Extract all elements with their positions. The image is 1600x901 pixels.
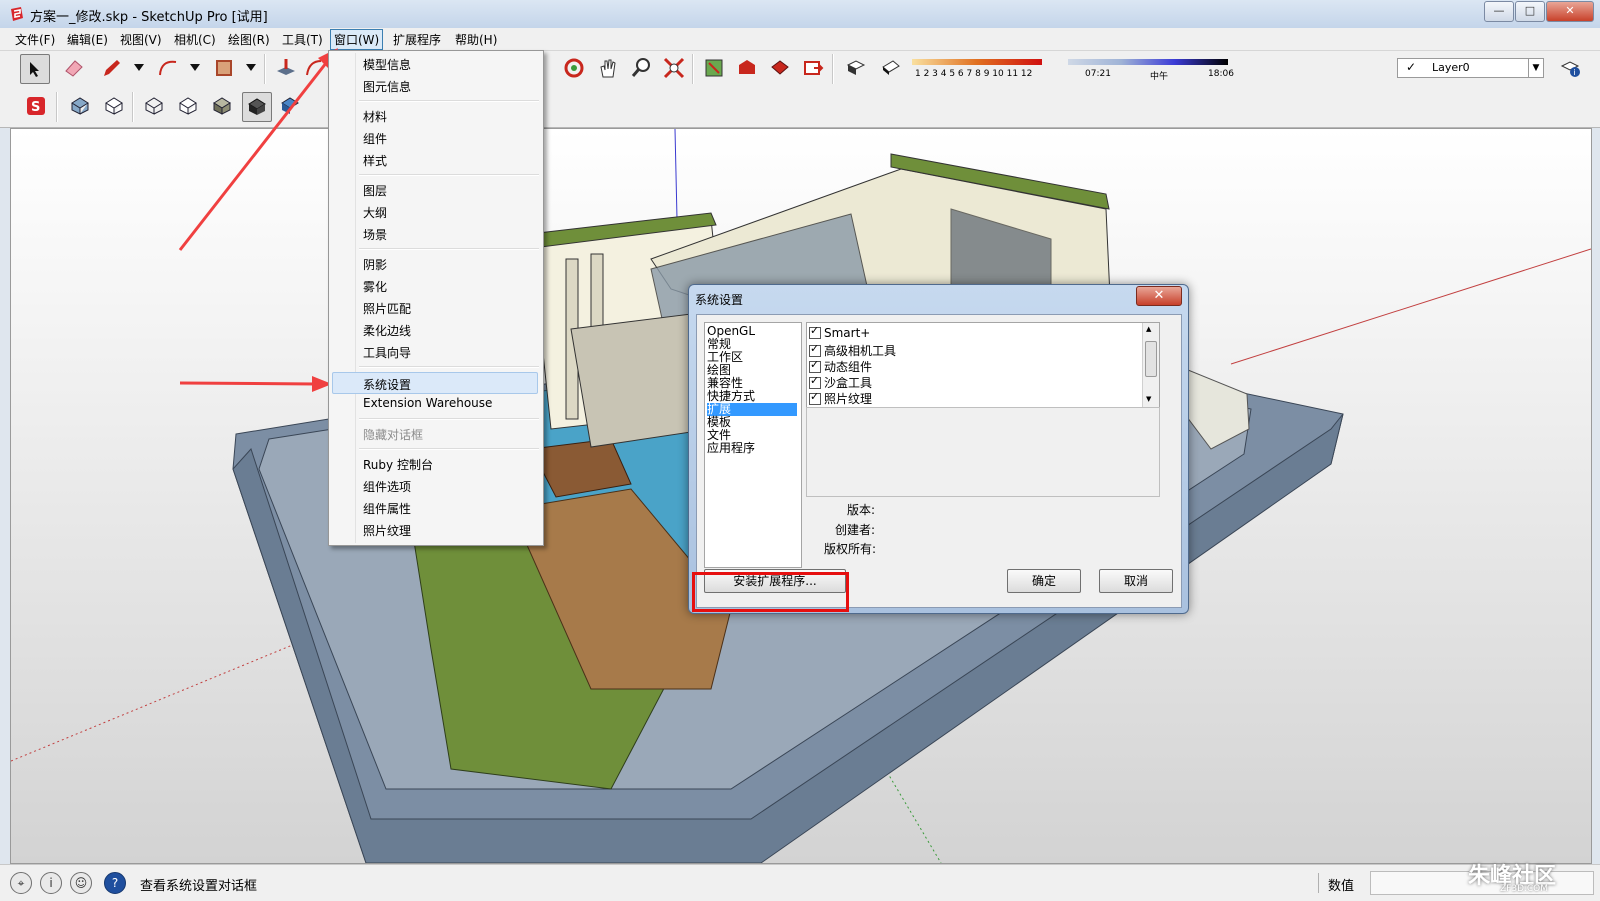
watermark-url: ZF3D.COM <box>1500 884 1548 894</box>
extension-checkbox[interactable] <box>809 374 821 389</box>
category-applications[interactable]: 应用程序 <box>707 442 797 455</box>
extension-list: Smart+ 高级相机工具 动态组件 沙盒工具 照片纹理 ▲ ▼ <box>806 322 1160 408</box>
menu-ruby-console[interactable]: Ruby 控制台 <box>363 456 433 473</box>
measurements-label: 数值 <box>1328 879 1355 894</box>
menu-match-photo[interactable]: 照片匹配 <box>363 300 411 317</box>
menu-styles[interactable]: 样式 <box>363 152 387 169</box>
menu-hide-dialogs: 隐藏对话框 <box>363 428 424 442</box>
extension-row[interactable]: 动态组件 <box>809 358 872 375</box>
version-label: 版本: <box>847 503 876 517</box>
cancel-button[interactable]: 取消 <box>1099 569 1173 593</box>
help-icon[interactable]: ? <box>104 872 126 894</box>
menu-model-info[interactable]: 模型信息 <box>363 56 411 73</box>
menu-photo-textures[interactable]: 照片纹理 <box>363 522 411 539</box>
menu-component-options[interactable]: 组件选项 <box>363 478 411 495</box>
dialog-close-button[interactable]: ✕ <box>1136 286 1182 306</box>
extension-row[interactable]: Smart+ <box>809 324 871 340</box>
creator-label: 创建者: <box>835 523 876 537</box>
extension-checkbox[interactable] <box>809 358 821 373</box>
menu-scenes[interactable]: 场景 <box>363 226 387 243</box>
status-bar: ⌖ i ☺ ? 查看系统设置对话框 数值 <box>0 864 1600 901</box>
extension-name: Smart+ <box>824 326 871 340</box>
menu-preferences-label: 系统设置 <box>363 378 412 392</box>
extension-name: 照片纹理 <box>824 392 873 406</box>
menu-shadows[interactable]: 阴影 <box>363 256 387 273</box>
copyright-label: 版权所有: <box>824 542 877 556</box>
category-list[interactable]: OpenGL 常规 工作区 绘图 兼容性 快捷方式 扩展 模板 文件 应用程序 <box>704 322 802 568</box>
extension-description <box>806 407 1160 497</box>
menu-component-attributes[interactable]: 组件属性 <box>363 500 411 517</box>
account-icon[interactable]: ☺ <box>70 872 92 894</box>
preferences-dialog: 系统设置 ✕ OpenGL 常规 工作区 绘图 兼容性 快捷方式 扩展 模板 文… <box>688 284 1189 614</box>
window-menu-dropdown: 模型信息 图元信息 材料 组件 样式 图层 大纲 场景 阴影 雾化 照片匹配 柔… <box>328 50 544 546</box>
menu-outliner[interactable]: 大纲 <box>363 204 387 221</box>
menu-components[interactable]: 组件 <box>363 130 387 147</box>
scroll-thumb[interactable] <box>1145 341 1157 377</box>
menu-entity-info[interactable]: 图元信息 <box>363 78 411 95</box>
extension-checkbox[interactable] <box>809 342 821 357</box>
status-divider <box>1318 873 1319 893</box>
extension-name: 沙盒工具 <box>824 376 873 390</box>
menu-layers[interactable]: 图层 <box>363 182 387 199</box>
scroll-down-icon[interactable]: ▼ <box>1146 395 1151 403</box>
extension-row[interactable]: 照片纹理 <box>809 390 872 407</box>
extension-row[interactable]: 高级相机工具 <box>809 342 896 359</box>
extension-name: 动态组件 <box>824 360 873 374</box>
ok-button[interactable]: 确定 <box>1007 569 1081 593</box>
dialog-body: OpenGL 常规 工作区 绘图 兼容性 快捷方式 扩展 模板 文件 应用程序 … <box>696 314 1182 608</box>
extension-row[interactable]: 沙盒工具 <box>809 374 872 391</box>
extension-checkbox[interactable] <box>809 390 821 405</box>
menu-instructor[interactable]: 工具向导 <box>363 344 411 361</box>
geo-location-icon[interactable]: ⌖ <box>10 872 32 894</box>
menu-fog[interactable]: 雾化 <box>363 278 387 295</box>
install-highlight-box <box>692 572 849 612</box>
menu-preferences[interactable]: 系统设置 <box>332 372 538 394</box>
menu-materials[interactable]: 材料 <box>363 108 387 125</box>
status-message: 查看系统设置对话框 <box>140 879 258 894</box>
scroll-up-icon[interactable]: ▲ <box>1146 325 1151 333</box>
extension-checkbox[interactable] <box>809 324 821 339</box>
menu-soften-edges[interactable]: 柔化边线 <box>363 322 411 339</box>
dialog-title: 系统设置 <box>695 293 744 307</box>
extension-name: 高级相机工具 <box>824 344 897 358</box>
menu-extension-warehouse[interactable]: Extension Warehouse <box>363 396 492 410</box>
extension-list-scrollbar[interactable]: ▲ ▼ <box>1142 323 1159 407</box>
credits-icon[interactable]: i <box>40 872 62 894</box>
